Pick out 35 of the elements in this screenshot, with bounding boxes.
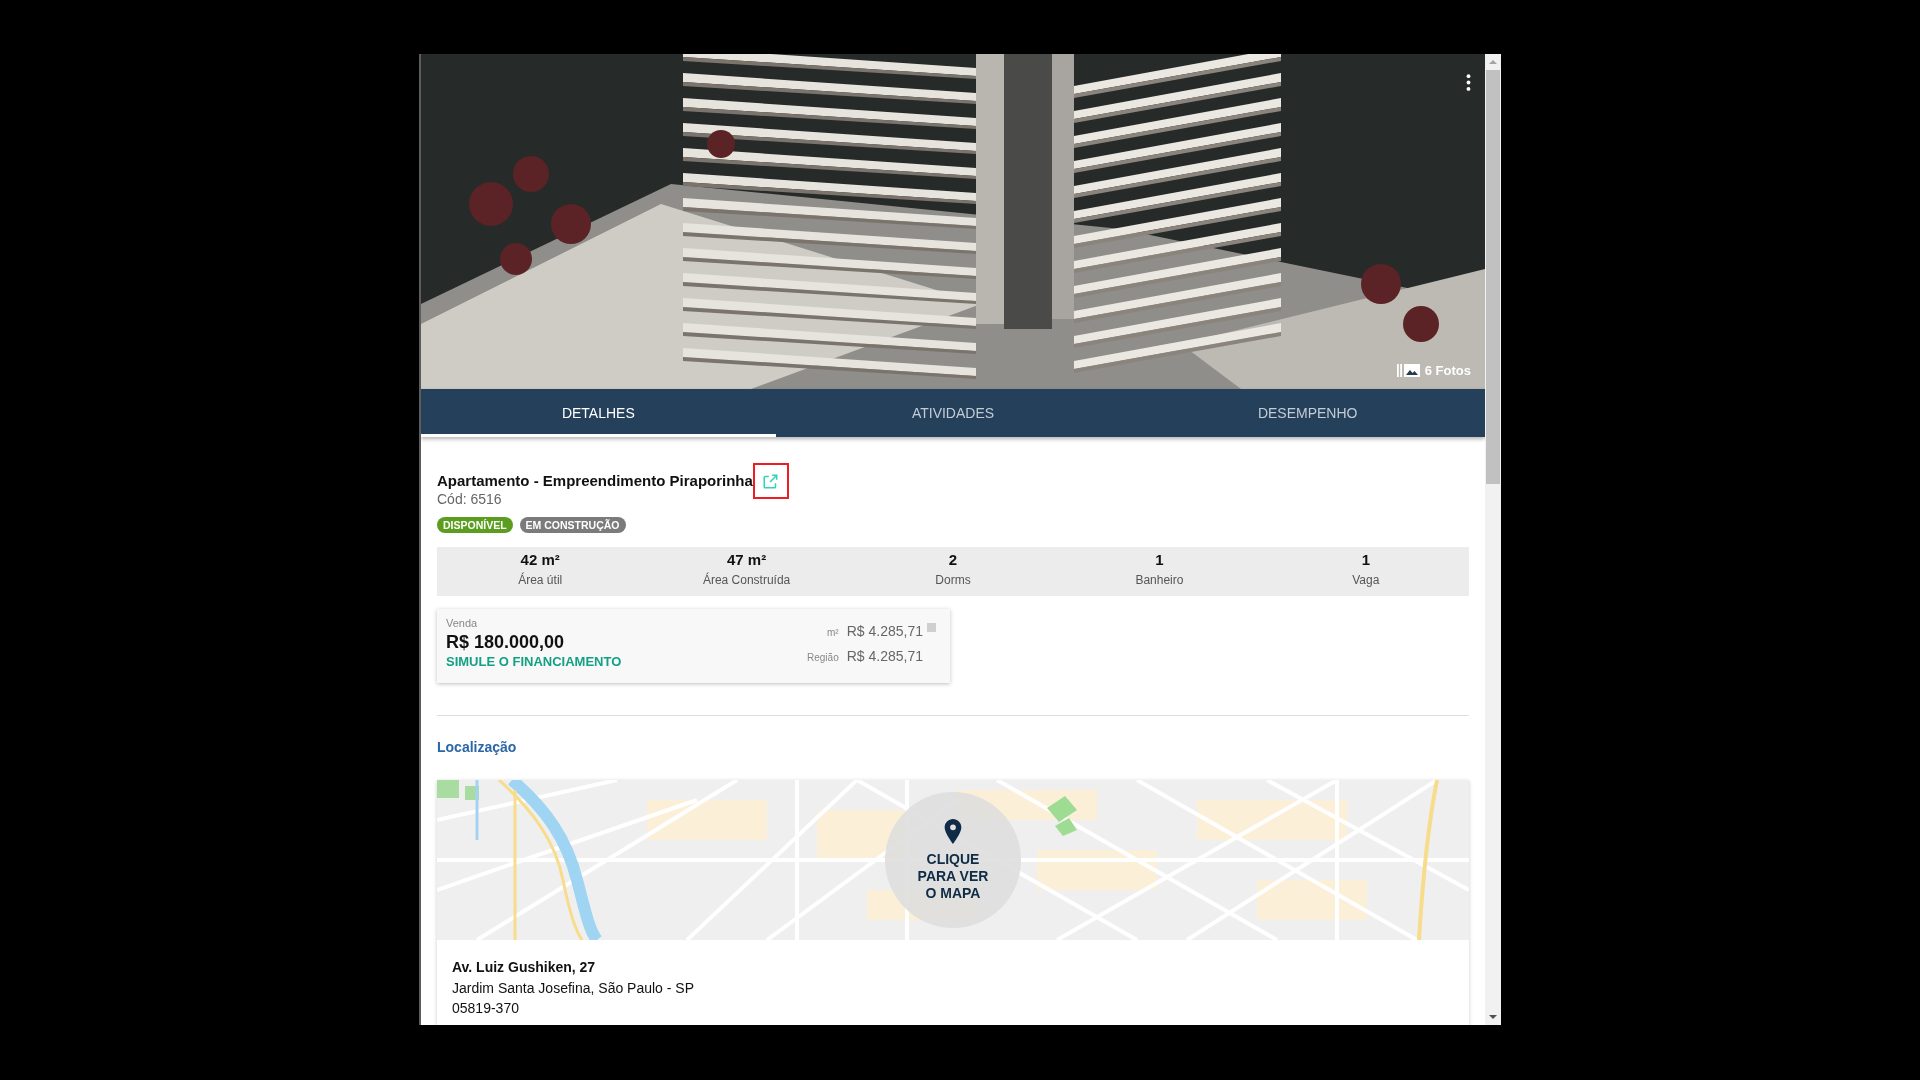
tab[interactable]: ATIVIDADES (775, 389, 1131, 437)
stat-label: Vaga (1352, 573, 1380, 588)
comparison-value: R$ 4.285,71 (846, 648, 923, 665)
external-link-button[interactable] (752, 463, 789, 499)
external-link-icon (763, 473, 779, 489)
tab[interactable]: DETALHES (421, 389, 776, 437)
address-line: 05819-370 (452, 999, 520, 1018)
stat-label: Banheiro (1135, 573, 1184, 588)
square-icon (927, 623, 936, 632)
address-line: Jardim Santa Josefina, São Paulo - SP (452, 978, 696, 998)
stat-value: 1 (1155, 551, 1164, 569)
sale-label: Venda (446, 617, 478, 630)
comparison-value: R$ 4.285,71 (846, 623, 923, 640)
gallery-icon (1396, 364, 1420, 377)
scrollbar[interactable] (1485, 54, 1501, 1025)
address-line: Av. Luiz Gushiken, 27 (452, 958, 597, 977)
map-pin-icon (943, 818, 963, 845)
stat-value: 1 (1361, 551, 1370, 569)
status-badge: EM CONSTRUÇÃO (519, 517, 626, 533)
price-value: R$ 180.000,00 (446, 632, 565, 653)
comparison-label: m² (827, 627, 839, 638)
stat-value: 42 m² (520, 551, 560, 569)
stat-value: 47 m² (727, 551, 767, 569)
stat-value: 2 (948, 551, 958, 569)
stat-label: Área Construída (702, 573, 791, 588)
tab[interactable]: DESEMPENHO (1130, 389, 1485, 437)
stat-label: Dorms (935, 573, 971, 588)
section-heading: Localização (437, 739, 517, 755)
scrollbar-thumb[interactable] (1486, 70, 1500, 484)
stat-label: Área útil (518, 573, 563, 588)
listing-code: Cód: 6516 (437, 491, 502, 507)
more-icon (1466, 74, 1471, 91)
listing-title: Apartamento - Empreendimento Piraporinha (437, 471, 753, 491)
comparison-label: Região (807, 652, 839, 663)
status-badge: DISPONÍVEL (437, 517, 513, 533)
